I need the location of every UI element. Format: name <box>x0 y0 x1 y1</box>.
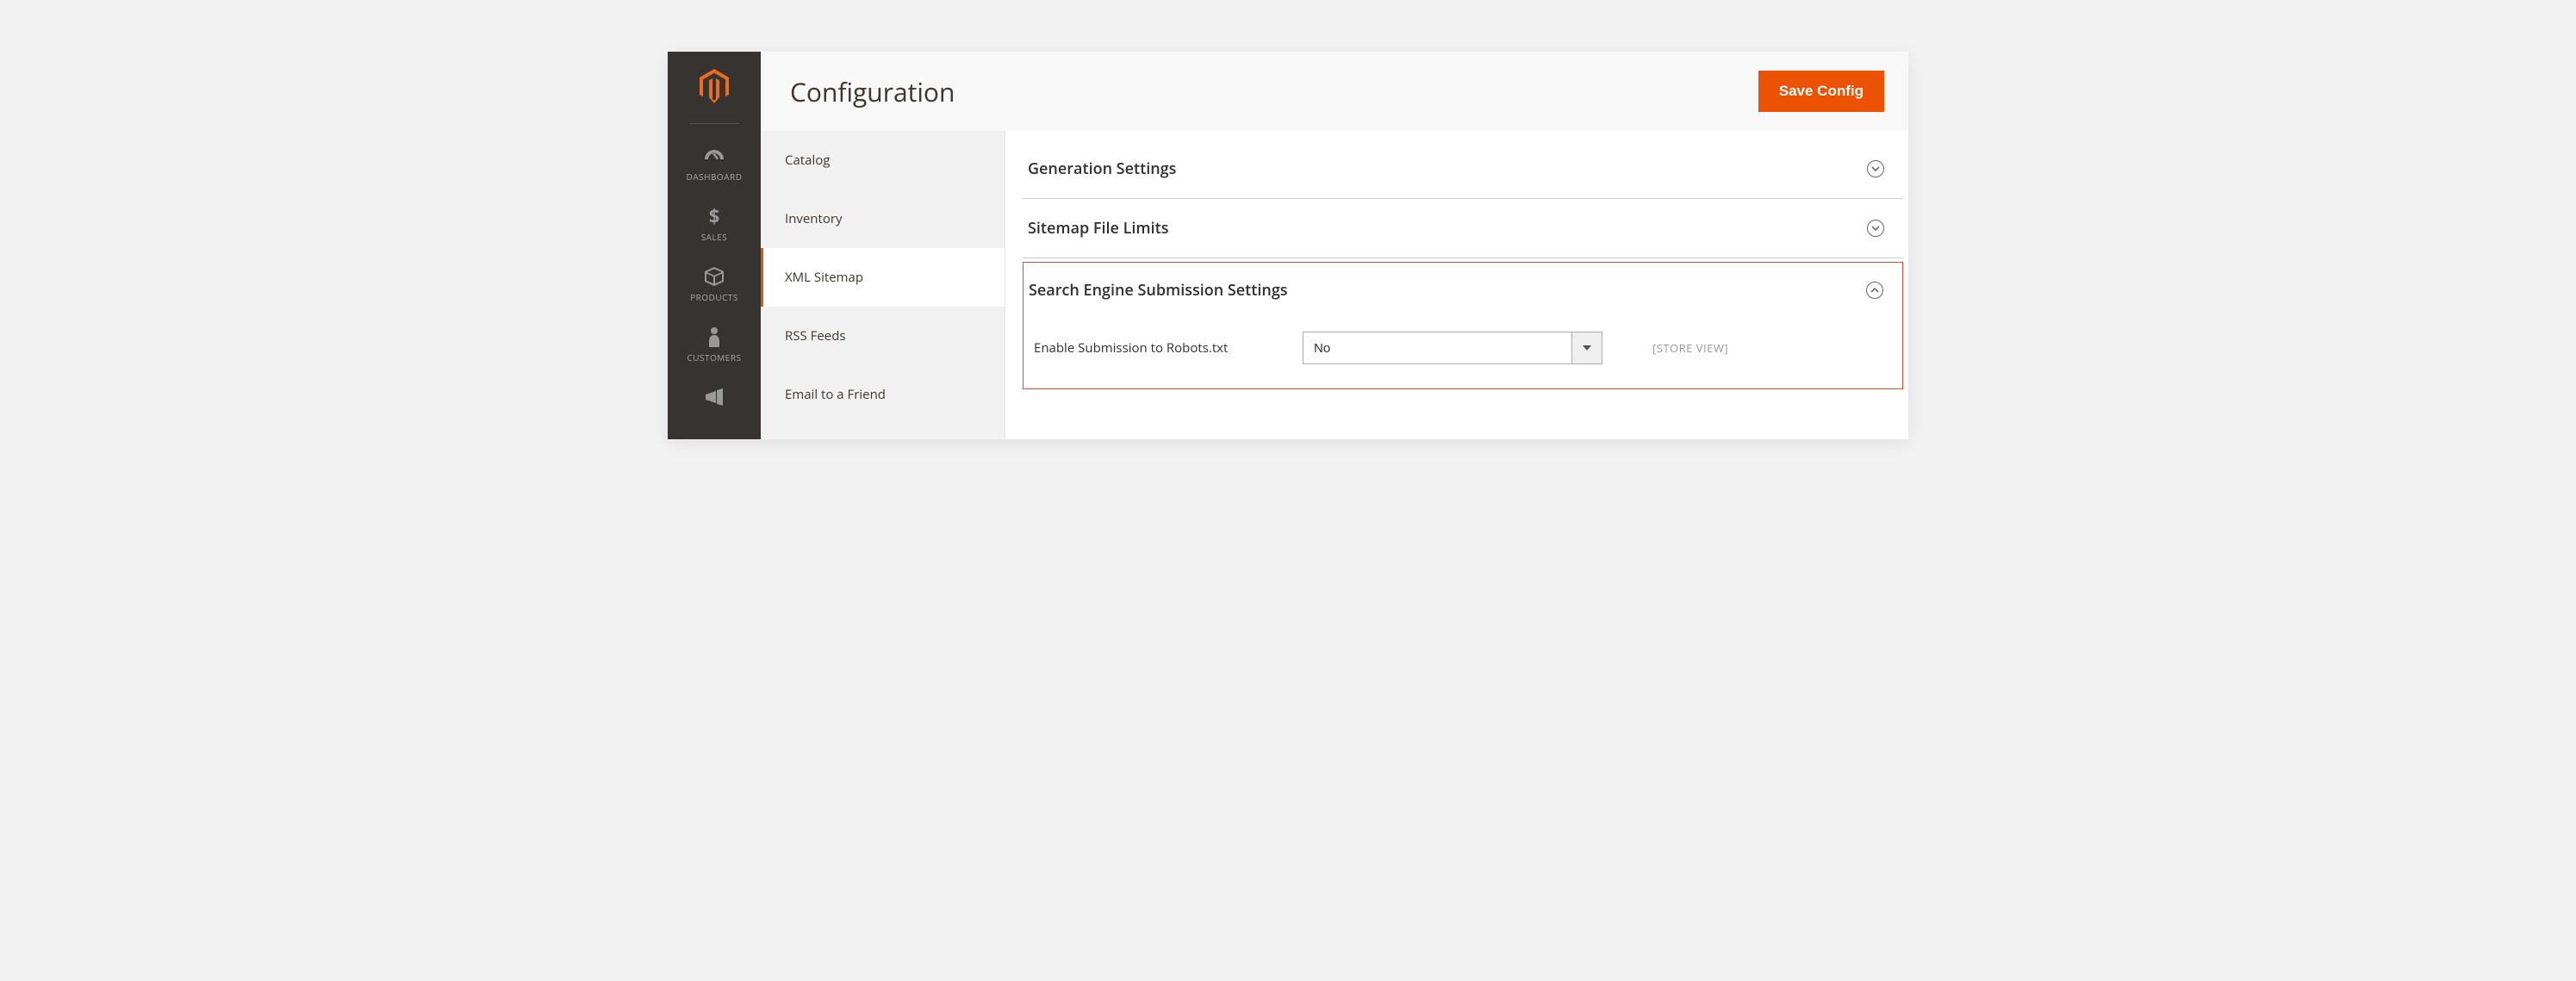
chevron-down-icon <box>1867 220 1884 237</box>
app-frame: DASHBOARD $ SALES PRODUCTS CUSTOMERS <box>668 52 1908 439</box>
section-title: Generation Settings <box>1028 158 1176 179</box>
section-toggle[interactable]: Sitemap File Limits <box>1028 218 1896 239</box>
tab-label: Email to a Friend <box>785 386 886 403</box>
config-sections: Generation Settings Sitemap File Limits <box>1005 131 1908 439</box>
save-config-button[interactable]: Save Config <box>1758 71 1884 112</box>
section-toggle[interactable]: Generation Settings <box>1028 158 1896 179</box>
divider <box>689 123 739 124</box>
section-sitemap-file-limits: Sitemap File Limits <box>1023 199 1903 258</box>
dollar-icon: $ <box>707 205 721 227</box>
megaphone-icon <box>704 386 725 408</box>
tab-label: Catalog <box>785 152 830 169</box>
field-enable-submission-robots: Enable Submission to Robots.txt [STORE V… <box>1029 332 1895 364</box>
nav-item-label: DASHBOARD <box>687 171 743 183</box>
tab-xml-sitemap[interactable]: XML Sitemap <box>761 248 1005 307</box>
svg-text:$: $ <box>709 206 720 227</box>
nav-item-sales[interactable]: $ SALES <box>668 196 761 257</box>
chevron-up-icon <box>1866 282 1883 299</box>
magento-logo-icon <box>699 60 730 120</box>
nav-item-customers[interactable]: CUSTOMERS <box>668 317 761 377</box>
tab-rss-feeds[interactable]: RSS Feeds <box>761 307 1005 365</box>
section-generation-settings: Generation Settings <box>1023 140 1903 199</box>
nav-item-marketing[interactable] <box>668 377 761 425</box>
nav-item-label: CUSTOMERS <box>687 351 741 363</box>
box-icon <box>704 265 725 288</box>
tab-catalog[interactable]: Catalog <box>761 131 1005 189</box>
tab-email-friend[interactable]: Email to a Friend <box>761 365 1005 424</box>
tab-label: RSS Feeds <box>785 327 846 345</box>
config-body: Catalog Inventory XML Sitemap RSS Feeds … <box>761 131 1908 439</box>
config-tabs: Catalog Inventory XML Sitemap RSS Feeds … <box>761 131 1005 439</box>
section-title: Sitemap File Limits <box>1028 218 1168 239</box>
admin-nav: DASHBOARD $ SALES PRODUCTS CUSTOMERS <box>668 52 761 439</box>
nav-item-label: PRODUCTS <box>690 291 738 303</box>
person-icon <box>707 326 721 348</box>
select-wrap <box>1303 332 1602 364</box>
section-title: Search Engine Submission Settings <box>1029 280 1288 301</box>
tab-label: Inventory <box>785 210 843 227</box>
nav-item-dashboard[interactable]: DASHBOARD <box>668 136 761 196</box>
nav-item-label: SALES <box>701 231 728 243</box>
scope-label: [STORE VIEW] <box>1618 340 1728 356</box>
tab-inventory[interactable]: Inventory <box>761 189 1005 248</box>
content: Configuration Save Config Catalog Invent… <box>761 52 1908 439</box>
robots-select[interactable] <box>1303 332 1602 364</box>
nav-item-products[interactable]: PRODUCTS <box>668 257 761 317</box>
section-toggle[interactable]: Search Engine Submission Settings <box>1029 280 1895 301</box>
page-title: Configuration <box>790 74 955 109</box>
section-search-engine-submission: Search Engine Submission Settings Enable… <box>1023 262 1903 389</box>
field-label: Enable Submission to Robots.txt <box>1029 339 1287 357</box>
gauge-icon <box>703 145 725 167</box>
chevron-down-icon <box>1867 160 1884 177</box>
tab-label: XML Sitemap <box>785 269 863 286</box>
page-header: Configuration Save Config <box>761 52 1908 131</box>
